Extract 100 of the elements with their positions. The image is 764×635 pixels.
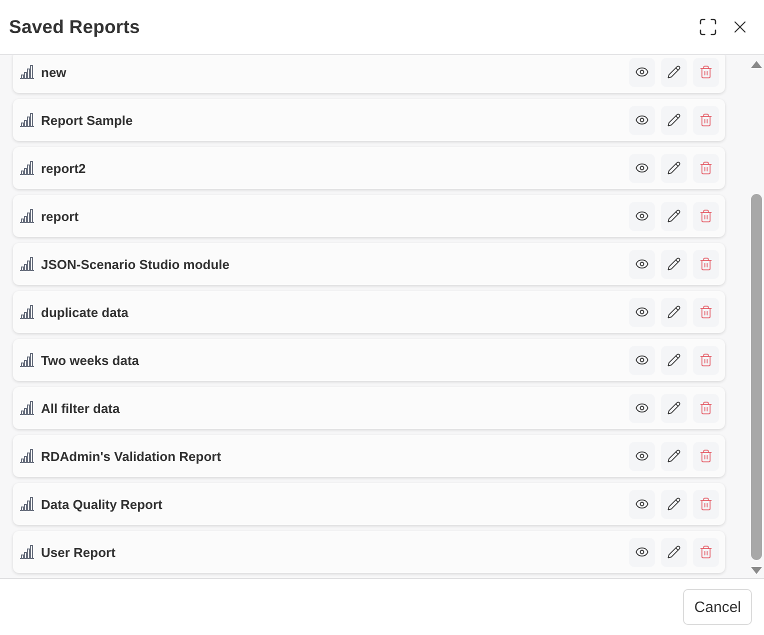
pencil-icon [667, 65, 681, 79]
edit-button[interactable] [661, 202, 687, 230]
bar-chart-icon [20, 305, 34, 319]
pencil-icon [667, 257, 681, 271]
eye-icon [635, 497, 649, 511]
trash-icon [699, 353, 713, 367]
view-button[interactable] [629, 154, 655, 182]
pencil-icon [667, 209, 681, 223]
trash-icon [699, 545, 713, 559]
report-name: Report Sample [41, 112, 134, 128]
delete-button[interactable] [693, 250, 719, 278]
report-card[interactable]: All filter data [13, 387, 725, 429]
bar-chart-icon [20, 113, 34, 127]
trash-icon [699, 497, 713, 511]
report-card[interactable]: JSON-Scenario Studio module [13, 243, 725, 285]
report-name: User Report [41, 544, 116, 560]
trash-icon [699, 209, 713, 223]
delete-button[interactable] [693, 58, 719, 86]
trash-icon [699, 449, 713, 463]
bar-chart-icon [20, 449, 34, 463]
view-button[interactable] [629, 58, 655, 86]
pencil-icon [667, 113, 681, 127]
bar-chart-icon [20, 545, 34, 559]
eye-icon [635, 449, 649, 463]
eye-icon [635, 65, 649, 79]
view-button[interactable] [629, 298, 655, 326]
view-button[interactable] [629, 250, 655, 278]
scroll-up-arrow-icon[interactable] [750, 61, 762, 68]
report-card[interactable]: report2 [13, 147, 725, 189]
edit-button[interactable] [661, 250, 687, 278]
edit-button[interactable] [661, 394, 687, 422]
scroll-down-arrow-icon[interactable] [750, 567, 762, 574]
eye-icon [635, 161, 649, 175]
report-name: duplicate data [41, 304, 130, 320]
trash-icon [699, 161, 713, 175]
trash-icon [699, 257, 713, 271]
report-card[interactable]: Report Sample [13, 99, 725, 141]
view-button[interactable] [629, 442, 655, 470]
delete-button[interactable] [693, 394, 719, 422]
pencil-icon [667, 401, 681, 415]
eye-icon [635, 401, 649, 415]
eye-icon [635, 209, 649, 223]
report-card[interactable]: RDAdmin's Validation Report [13, 435, 725, 477]
maximize-icon[interactable] [698, 17, 718, 37]
edit-button[interactable] [661, 58, 687, 86]
bar-chart-icon [20, 161, 34, 175]
dialog-title: Saved Reports [9, 16, 140, 38]
view-button[interactable] [629, 490, 655, 518]
report-card[interactable]: Two weeks data [13, 339, 725, 381]
bar-chart-icon [20, 401, 34, 415]
cancel-button[interactable]: Cancel [683, 589, 752, 625]
delete-button[interactable] [693, 346, 719, 374]
pencil-icon [667, 545, 681, 559]
report-card[interactable]: new [13, 55, 725, 93]
eye-icon [635, 353, 649, 367]
view-button[interactable] [629, 202, 655, 230]
edit-button[interactable] [661, 106, 687, 134]
eye-icon [635, 305, 649, 319]
pencil-icon [667, 497, 681, 511]
delete-button[interactable] [693, 202, 719, 230]
pencil-icon [667, 305, 681, 319]
report-card[interactable]: duplicate data [13, 291, 725, 333]
delete-button[interactable] [693, 442, 719, 470]
report-name: report2 [41, 160, 87, 176]
delete-button[interactable] [693, 106, 719, 134]
trash-icon [699, 305, 713, 319]
pencil-icon [667, 353, 681, 367]
trash-icon [699, 401, 713, 415]
edit-button[interactable] [661, 298, 687, 326]
report-name: JSON-Scenario Studio module [41, 256, 231, 272]
report-name: Two weeks data [41, 352, 140, 368]
delete-button[interactable] [693, 490, 719, 518]
report-name: All filter data [41, 400, 121, 416]
trash-icon [699, 65, 713, 79]
delete-button[interactable] [693, 538, 719, 566]
edit-button[interactable] [661, 346, 687, 374]
view-button[interactable] [629, 346, 655, 374]
edit-button[interactable] [661, 442, 687, 470]
pencil-icon [667, 161, 681, 175]
edit-button[interactable] [661, 154, 687, 182]
report-card[interactable]: User Report [13, 531, 725, 573]
delete-button[interactable] [693, 298, 719, 326]
bar-chart-icon [20, 65, 34, 79]
edit-button[interactable] [661, 538, 687, 566]
trash-icon [699, 113, 713, 127]
pencil-icon [667, 449, 681, 463]
view-button[interactable] [629, 538, 655, 566]
bar-chart-icon [20, 209, 34, 223]
report-name: new [41, 64, 68, 80]
bar-chart-icon [20, 497, 34, 511]
scrollbar-thumb[interactable] [750, 194, 762, 560]
eye-icon [635, 545, 649, 559]
report-card[interactable]: Data Quality Report [13, 483, 725, 525]
view-button[interactable] [629, 394, 655, 422]
delete-button[interactable] [693, 154, 719, 182]
eye-icon [635, 113, 649, 127]
report-name: Data Quality Report [41, 496, 164, 512]
edit-button[interactable] [661, 490, 687, 518]
report-card[interactable]: report [13, 195, 725, 237]
view-button[interactable] [629, 106, 655, 134]
